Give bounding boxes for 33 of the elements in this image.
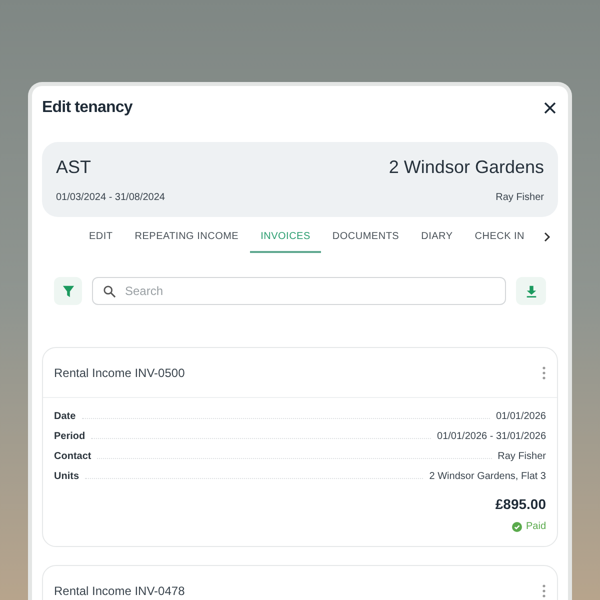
invoice-title: Rental Income INV-0500 [54,364,185,382]
search-field[interactable]: Search [92,277,506,305]
download-button[interactable] [516,277,546,305]
tab[interactable]: REPEATING INCOME [124,221,250,253]
more-icon[interactable] [542,366,546,380]
tenant-name: Ray Fisher [496,191,544,205]
chevron-right-icon[interactable] [542,232,552,242]
property-name: 2 Windsor Gardens [388,156,544,179]
dialog-title: Edit tenancy [42,98,132,118]
field-label: Period [54,430,86,444]
check-circle-icon [512,522,522,532]
tab[interactable]: DOCUMENTS [321,221,410,253]
search-icon [103,285,116,298]
tab[interactable]: CHECK IN [464,221,536,253]
field-label: Contact [54,450,92,464]
field-value: 01/01/2026 [496,410,546,424]
tab[interactable]: DIARY [410,221,464,253]
more-icon[interactable] [542,584,546,598]
filter-icon [62,284,74,298]
field-value: 01/01/2026 - 31/01/2026 [437,430,546,444]
tenancy-type: AST [56,156,92,179]
field-value: 2 Windsor Gardens, Flat 3 [429,470,546,484]
field-label: Units [54,470,79,484]
filter-button[interactable] [54,277,82,305]
field-value: Ray Fisher [498,450,546,464]
close-icon[interactable] [542,100,558,116]
tenancy-dates: 01/03/2024 - 31/08/2024 [56,191,165,205]
invoice-title: Rental Income INV-0478 [54,583,185,600]
field-label: Date [54,410,76,424]
status-label: Paid [526,520,546,534]
download-icon [524,284,538,298]
invoice-amount: £895.00 [495,495,546,514]
tab[interactable]: EDIT [78,221,124,253]
